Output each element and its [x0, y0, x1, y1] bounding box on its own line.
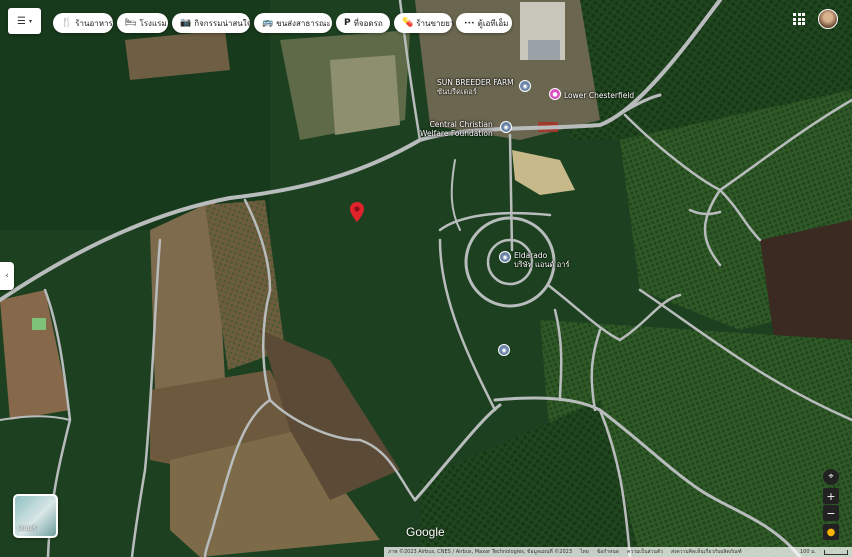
apps-grid-icon[interactable] — [793, 13, 805, 25]
camera-icon: 📷 — [180, 18, 192, 28]
layers-button[interactable]: เลเยอร์ — [13, 494, 58, 538]
link-language[interactable]: ไทย — [580, 548, 589, 556]
more-icon: ••• — [464, 19, 475, 27]
chip-label: ร้านขายยา — [416, 18, 455, 28]
chip-label: ขนส่งสาธารณะ — [276, 18, 331, 28]
layers-label: เลเยอร์ — [18, 525, 37, 532]
bus-icon: 🚌 — [262, 18, 274, 28]
crosshair-icon: ⌖ — [828, 472, 834, 482]
chip-label: กิจกรรมน่าสนใจ — [194, 18, 252, 28]
chip-parking[interactable]: P ที่จอดรถ — [336, 13, 390, 33]
satellite-map[interactable] — [0, 0, 852, 557]
collapse-panel-button[interactable]: ‹ — [0, 262, 14, 290]
menu-button[interactable]: ☰ ▾ — [8, 8, 41, 34]
chip-hotels[interactable]: 🛏 โรงแรม — [117, 13, 168, 33]
place-marker-icon[interactable]: ◉ — [498, 344, 510, 356]
my-location-button[interactable]: ⌖ — [823, 469, 839, 485]
chip-label: ร้านอาหาร — [75, 18, 113, 28]
street-view-pegman[interactable]: ● — [823, 524, 839, 540]
place-marker-icon[interactable]: ◉ — [519, 80, 531, 92]
zoom-in-icon: + — [826, 489, 836, 503]
restaurant-icon: 🍴 — [61, 18, 73, 28]
chip-more[interactable]: ••• ตู้เอทีเอ็ม — [456, 13, 512, 33]
chevron-down-icon: ▾ — [28, 17, 32, 25]
poi-central-christian[interactable]: Central Christian Welfare Foundation — [420, 120, 493, 138]
poi-name: Eldarado — [514, 251, 548, 260]
zoom-out-button[interactable]: − — [823, 505, 839, 521]
scale-bar — [824, 549, 848, 555]
google-logo: Google — [406, 525, 445, 539]
poi-name: Central Christian — [429, 120, 493, 129]
zoom-out-icon: − — [826, 506, 836, 520]
chip-label: ที่จอดรถ — [353, 18, 383, 28]
poi-lower-chesterfield[interactable]: Lower Chesterfield — [564, 91, 634, 100]
poi-name: Lower Chesterfield — [564, 91, 635, 100]
pegman-icon: ● — [826, 526, 836, 538]
poi-eldarado[interactable]: Eldarado บริษัท แอนด์ อาร์ — [514, 251, 570, 269]
scale-label[interactable]: 100 ม. — [800, 548, 816, 556]
place-marker-icon[interactable]: ◉ — [499, 251, 511, 263]
small-plot — [32, 318, 46, 330]
shopping-marker-icon[interactable]: ● — [549, 88, 561, 100]
poi-subname: ซันบรีดเดอร์ — [437, 87, 477, 96]
poi-name: SUN BREEDER FARM — [437, 78, 514, 87]
parking-icon: P — [344, 18, 351, 28]
chip-restaurants[interactable]: 🍴 ร้านอาหาร — [53, 13, 113, 33]
poi-subname: Welfare Foundation — [420, 129, 493, 138]
farm-roof — [528, 40, 560, 60]
chip-pharmacies[interactable]: 💊 ร้านขายยา — [394, 13, 455, 33]
chevron-left-icon: ‹ — [5, 271, 9, 281]
field-north-light — [330, 55, 400, 135]
place-marker-icon[interactable]: ◉ — [500, 121, 512, 133]
hamburger-icon: ☰ — [17, 15, 26, 27]
forest-west — [0, 0, 270, 230]
attribution-bar: ภาพ ©2023 Airbus, CNES / Airbus, Maxar T… — [384, 547, 852, 557]
chip-label: โรงแรม — [139, 18, 167, 28]
poi-subname: บริษัท แอนด์ อาร์ — [514, 260, 570, 269]
link-privacy[interactable]: ความเป็นส่วนตัว — [627, 548, 663, 556]
hotel-icon: 🛏 — [125, 18, 137, 28]
pharmacy-icon: 💊 — [402, 18, 414, 28]
zoom-in-button[interactable]: + — [823, 488, 839, 504]
chip-transit[interactable]: 🚌 ขนส่งสาธารณะ — [254, 13, 332, 33]
poi-sun-breeder-farm[interactable]: SUN BREEDER FARM ซันบรีดเดอร์ — [437, 78, 514, 96]
avatar[interactable] — [818, 9, 838, 29]
imagery-credit: ภาพ ©2023 Airbus, CNES / Airbus, Maxar T… — [388, 549, 573, 555]
chip-things-to-do[interactable]: 📷 กิจกรรมน่าสนใจ — [172, 13, 252, 33]
location-pin-icon[interactable] — [350, 202, 364, 222]
link-terms[interactable]: ข้อกำหนด — [597, 548, 619, 556]
chip-label: ตู้เอทีเอ็ม — [477, 18, 509, 28]
link-feedback[interactable]: ส่งความคิดเห็นเกี่ยวกับผลิตภัณฑ์ — [671, 548, 742, 556]
